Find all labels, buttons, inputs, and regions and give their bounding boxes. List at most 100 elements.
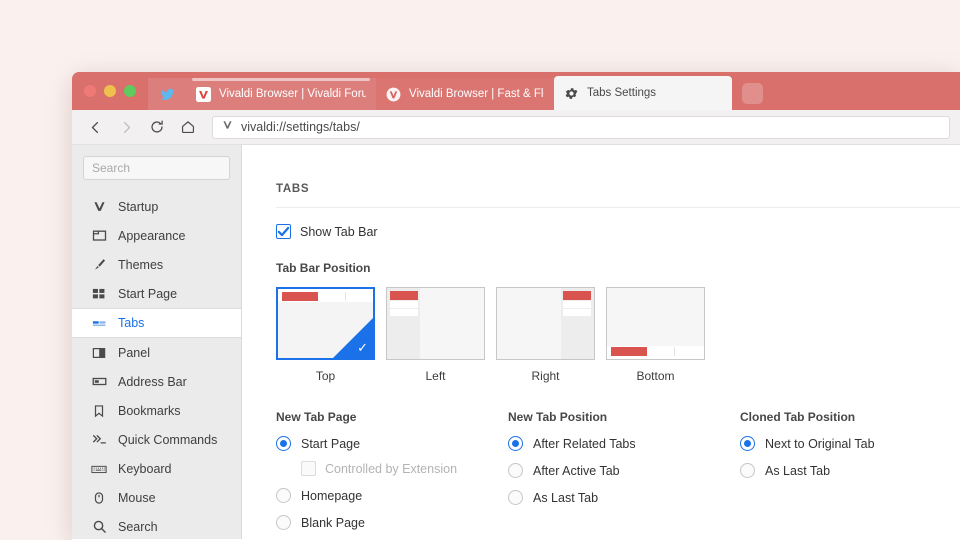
position-thumb-top[interactable]: ✓ [276, 287, 375, 360]
radio-button[interactable] [508, 463, 523, 478]
tab-strip: Vivaldi Browser | Vivaldi Forum Vivaldi … [72, 72, 960, 110]
sidebar-item-mouse[interactable]: Mouse [72, 483, 241, 512]
grid-icon [91, 286, 107, 302]
settings-content: TABS Show Tab Bar Tab Bar Position ✓ Top… [242, 145, 960, 539]
show-tab-bar-row[interactable]: Show Tab Bar [276, 224, 960, 239]
tab-tabs-settings[interactable]: Tabs Settings [554, 76, 732, 110]
vivaldi-v-icon [221, 118, 234, 136]
home-icon[interactable] [175, 114, 201, 140]
position-label: Top [315, 369, 336, 383]
minimize-window-button[interactable] [104, 85, 116, 97]
tab-vivaldi-forum[interactable]: Vivaldi Browser | Vivaldi Forum [186, 78, 376, 110]
cloned-tab-option-next-to-original[interactable]: Next to Original Tab [740, 436, 960, 451]
sidebar-item-themes[interactable]: Themes [72, 250, 241, 279]
gear-icon [564, 86, 579, 101]
position-option-right[interactable]: Right [496, 287, 595, 383]
radio-label: Blank Page [301, 515, 365, 530]
sidebar-item-panel[interactable]: Panel [72, 338, 241, 367]
radio-button[interactable] [740, 463, 755, 478]
new-tab-position-option-as-last[interactable]: As Last Tab [508, 490, 740, 505]
radio-label: As Last Tab [765, 463, 831, 478]
address-bar: vivaldi://settings/tabs/ [72, 110, 960, 145]
tab-title: Vivaldi Browser | Fast & Flexible [409, 88, 544, 100]
show-tab-bar-checkbox[interactable] [276, 224, 291, 239]
new-tab-page-option-start-page[interactable]: Start Page [276, 436, 508, 451]
address-bar-icon [91, 374, 107, 390]
new-tab-position-option-after-active[interactable]: After Active Tab [508, 463, 740, 478]
bookmark-icon [91, 403, 107, 419]
new-tab-page-column: New Tab Page Start Page Controlled by Ex… [276, 410, 508, 539]
cloned-tab-option-as-last[interactable]: As Last Tab [740, 463, 960, 478]
twitter-icon [160, 87, 175, 102]
divider [276, 207, 960, 208]
forward-arrow-icon[interactable] [113, 114, 139, 140]
position-option-top[interactable]: ✓ Top [276, 287, 375, 383]
new-tab-page-option-homepage[interactable]: Homepage [276, 488, 508, 503]
sidebar-item-search[interactable]: Search [72, 512, 241, 539]
tab-options-columns: New Tab Page Start Page Controlled by Ex… [276, 410, 960, 539]
position-option-left[interactable]: Left [386, 287, 485, 383]
maximize-window-button[interactable] [124, 85, 136, 97]
sidebar-item-label: Tabs [118, 316, 145, 330]
position-thumb-bottom[interactable] [606, 287, 705, 360]
sidebar-item-label: Start Page [118, 286, 178, 301]
sidebar-item-label: Panel [118, 345, 150, 360]
sidebar-item-label: Bookmarks [118, 403, 181, 418]
sidebar-item-keyboard[interactable]: Keyboard [72, 454, 241, 483]
radio-button[interactable] [508, 436, 523, 451]
terminal-icon [91, 432, 107, 448]
plus-icon [747, 88, 758, 99]
position-label: Bottom [636, 369, 675, 383]
radio-label: Homepage [301, 488, 363, 503]
sidebar-item-appearance[interactable]: Appearance [72, 221, 241, 250]
position-label: Left [425, 369, 446, 383]
new-tab-position-option-after-related[interactable]: After Related Tabs [508, 436, 740, 451]
radio-button[interactable] [276, 488, 291, 503]
position-thumb-right[interactable] [496, 287, 595, 360]
controlled-by-extension-label: Controlled by Extension [325, 461, 458, 476]
close-window-button[interactable] [84, 85, 96, 97]
window-controls [72, 72, 148, 110]
position-label: Right [531, 369, 560, 383]
sidebar-item-startup[interactable]: Startup [72, 192, 241, 221]
tab-title: Tabs Settings [587, 87, 657, 99]
tab-loading-bar [192, 78, 370, 81]
sidebar-item-tabs[interactable]: Tabs [72, 308, 241, 338]
controlled-by-extension-row: Controlled by Extension [276, 461, 508, 476]
radio-label: As Last Tab [533, 490, 599, 505]
sidebar-item-start-page[interactable]: Start Page [72, 279, 241, 308]
sidebar-item-label: Search [118, 519, 158, 534]
sidebar-search[interactable] [83, 156, 230, 180]
sidebar-item-bookmarks[interactable]: Bookmarks [72, 396, 241, 425]
sidebar-item-address-bar[interactable]: Address Bar [72, 367, 241, 396]
tab-vivaldi-home[interactable]: Vivaldi Browser | Fast & Flexible [376, 78, 554, 110]
vivaldi-v-icon [91, 199, 107, 215]
url-field[interactable]: vivaldi://settings/tabs/ [212, 115, 950, 139]
check-icon [277, 226, 290, 237]
back-arrow-icon[interactable] [82, 114, 108, 140]
tabs-icon [91, 315, 107, 331]
radio-label: Next to Original Tab [765, 436, 875, 451]
radio-button[interactable] [276, 515, 291, 530]
new-tab-button[interactable] [742, 83, 763, 104]
tab-title: Vivaldi Browser | Vivaldi Forum [219, 88, 366, 100]
position-thumb-left[interactable] [386, 287, 485, 360]
search-input[interactable] [92, 161, 221, 175]
sidebar-item-label: Quick Commands [118, 432, 218, 447]
sidebar-item-label: Startup [118, 199, 159, 214]
sidebar-item-quick-commands[interactable]: Quick Commands [72, 425, 241, 454]
tab-pinned-twitter[interactable] [148, 78, 186, 110]
sidebar-item-label: Themes [118, 257, 164, 272]
radio-button[interactable] [508, 490, 523, 505]
radio-button[interactable] [276, 436, 291, 451]
new-tab-page-option-blank-page[interactable]: Blank Page [276, 515, 508, 530]
new-tab-position-column: New Tab Position After Related Tabs Afte… [508, 410, 740, 539]
radio-button[interactable] [740, 436, 755, 451]
settings-body: Startup Appearance Themes Start Page [72, 145, 960, 539]
sidebar-item-label: Mouse [118, 490, 156, 505]
reload-icon[interactable] [144, 114, 170, 140]
position-option-bottom[interactable]: Bottom [606, 287, 705, 383]
sidebar-item-label: Keyboard [118, 461, 172, 476]
radio-label: After Related Tabs [533, 436, 636, 451]
show-tab-bar-label: Show Tab Bar [300, 224, 378, 239]
